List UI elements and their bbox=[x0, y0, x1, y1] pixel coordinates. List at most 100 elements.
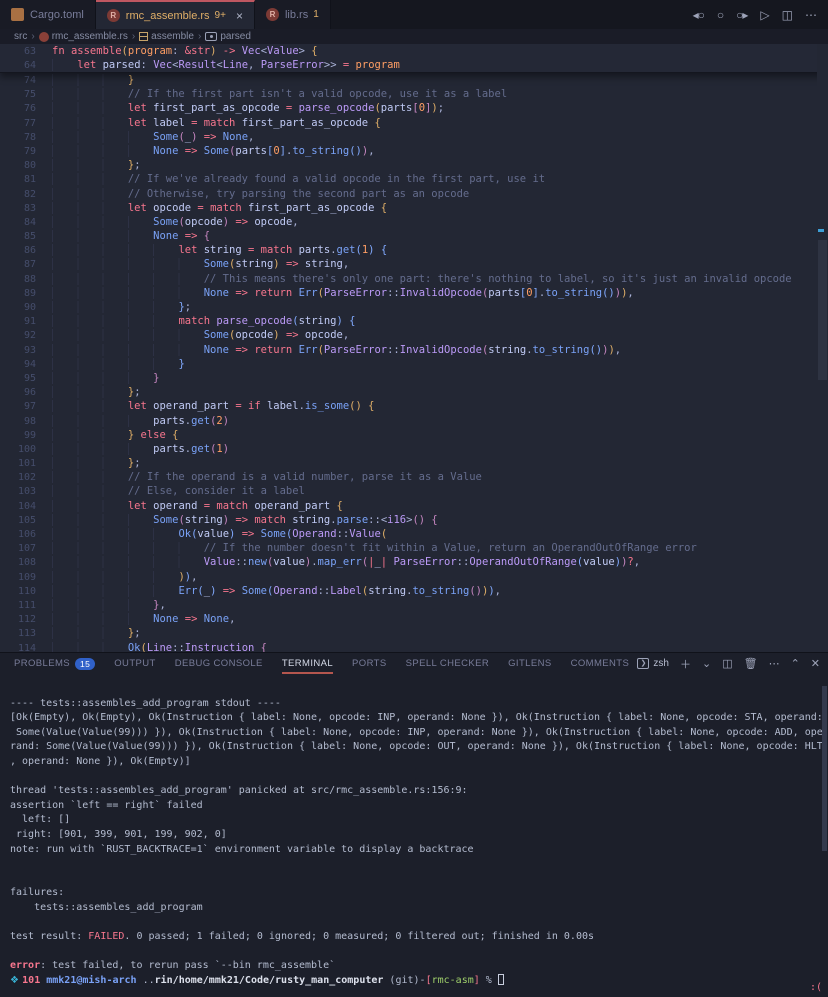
line-number: 88 bbox=[0, 273, 36, 287]
line-number: 112 bbox=[0, 613, 36, 627]
panel-tab-output[interactable]: OUTPUT bbox=[114, 653, 155, 675]
code-line: 90 }; bbox=[0, 300, 828, 314]
code-token: , bbox=[627, 287, 633, 299]
code-token bbox=[52, 514, 153, 526]
panel-tab-spell-checker[interactable]: SPELL CHECKER bbox=[406, 653, 490, 675]
line-number: 97 bbox=[0, 400, 36, 414]
code-token bbox=[52, 571, 178, 583]
panel-tab-label: DEBUG CONSOLE bbox=[175, 658, 263, 669]
terminal-line: left: [] bbox=[10, 813, 828, 828]
editor-tab-bar: Cargo.tomlRrmc_assemble.rs9+×Rlib.rs1 ◂○… bbox=[0, 0, 828, 29]
line-number: 108 bbox=[0, 556, 36, 570]
code-token bbox=[52, 613, 153, 625]
line-number: 64 bbox=[0, 59, 36, 73]
split-terminal-icon[interactable]: ◫ bbox=[722, 657, 732, 670]
code-token bbox=[52, 585, 178, 597]
panel-tab-gitlens[interactable]: GITLENS bbox=[508, 653, 551, 675]
code-token: &str bbox=[185, 45, 210, 57]
code-line: 76 let first_part_as_opcode = parse_opco… bbox=[0, 101, 828, 115]
code-token bbox=[52, 372, 153, 384]
code-token bbox=[52, 443, 153, 455]
code-line: 91 match parse_opcode(string) { bbox=[0, 314, 828, 328]
breadcrumb-item-assemble[interactable]: assemble bbox=[139, 31, 194, 42]
run-debug-icon[interactable]: ▷ bbox=[760, 8, 768, 22]
code-line: 80 }; bbox=[0, 158, 828, 172]
code-token bbox=[52, 131, 153, 143]
maximize-panel-icon[interactable]: ⌃ bbox=[791, 657, 800, 670]
code-token bbox=[52, 230, 153, 242]
code-token: : bbox=[172, 45, 185, 57]
code-token: opcode bbox=[254, 216, 292, 228]
breadcrumb-item-parsed[interactable]: parsed bbox=[205, 31, 251, 42]
code-token: // If the operand is a valid number, par… bbox=[128, 471, 482, 483]
panel-tab-ports[interactable]: PORTS bbox=[352, 653, 387, 675]
more-actions-icon[interactable]: ⋯ bbox=[805, 8, 816, 22]
panel-tab-terminal[interactable]: TERMINAL bbox=[282, 653, 333, 675]
new-terminal-icon[interactable]: ＋ bbox=[680, 656, 691, 672]
line-number: 95 bbox=[0, 372, 36, 386]
tab-Cargo.toml[interactable]: Cargo.toml bbox=[0, 0, 96, 29]
code-token: } bbox=[153, 372, 159, 384]
line-number: 77 bbox=[0, 117, 36, 131]
line-number: 102 bbox=[0, 471, 36, 485]
panel-tab-debug-console[interactable]: DEBUG CONSOLE bbox=[175, 653, 263, 675]
code-token: , bbox=[368, 145, 374, 157]
code-token bbox=[52, 88, 128, 100]
code-token: , bbox=[292, 216, 298, 228]
panel-tab-label: TERMINAL bbox=[282, 658, 333, 669]
code-line: 93 None => return Err(ParseError::Invali… bbox=[0, 343, 828, 357]
compare-changes-icon[interactable]: ◂○ bbox=[693, 8, 704, 22]
terminal-token: ❖ bbox=[10, 975, 22, 986]
line-number: 84 bbox=[0, 216, 36, 230]
kill-terminal-icon[interactable]: 🗑 bbox=[744, 657, 758, 670]
close-panel-icon[interactable]: ✕ bbox=[811, 657, 820, 670]
code-token: match bbox=[261, 244, 299, 256]
code-token: :: bbox=[337, 528, 350, 540]
terminal-line: note: run with `RUST_BACKTRACE=1` enviro… bbox=[10, 843, 828, 858]
code-token: operand_part bbox=[254, 500, 330, 512]
panel-tab-comments[interactable]: COMMENTS bbox=[571, 653, 630, 675]
terminal-scrollbar[interactable] bbox=[822, 686, 827, 851]
code-token: else bbox=[141, 429, 166, 441]
code-lines: 74 }75 // If the first part isn't a vali… bbox=[0, 73, 828, 652]
code-token: Some bbox=[153, 216, 178, 228]
next-change-icon[interactable]: ○▸ bbox=[736, 8, 747, 22]
terminal[interactable]: ---- tests::assembles_add_program stdout… bbox=[0, 674, 828, 997]
code-token: ( bbox=[381, 528, 387, 540]
panel-tab-problems[interactable]: PROBLEMS15 bbox=[14, 653, 95, 675]
close-icon[interactable]: × bbox=[236, 9, 243, 23]
code-line: 94 } bbox=[0, 357, 828, 371]
code-token: None bbox=[223, 131, 248, 143]
code-token: { bbox=[381, 202, 387, 214]
code-token: ParseError bbox=[393, 556, 456, 568]
split-editor-icon[interactable]: ◫ bbox=[782, 8, 792, 22]
breadcrumb-item-rmc_assemble.rs[interactable]: rmc_assemble.rs bbox=[39, 31, 128, 42]
launch-profile-chevron-icon[interactable]: ⌄ bbox=[702, 657, 711, 670]
code-token: () bbox=[349, 400, 362, 412]
code-editor[interactable]: 63fn assemble(program: &str) -> Vec<Valu… bbox=[0, 44, 828, 652]
code-token: => bbox=[235, 344, 248, 356]
code-token: parts bbox=[381, 102, 413, 114]
code-token: let bbox=[128, 400, 153, 412]
previous-change-icon[interactable]: ○ bbox=[717, 8, 723, 22]
terminal-instance[interactable]: ❯ zsh bbox=[637, 658, 669, 669]
tab-lib.rs[interactable]: Rlib.rs1 bbox=[255, 0, 331, 29]
code-token: Some bbox=[204, 329, 229, 341]
code-token bbox=[52, 287, 204, 299]
terminal-token: rmc-asm bbox=[432, 975, 474, 986]
terminal-more-actions-icon[interactable]: ⋯ bbox=[769, 657, 780, 670]
code-token: ; bbox=[134, 457, 140, 469]
tab-rmc_assemble.rs[interactable]: Rrmc_assemble.rs9+× bbox=[96, 0, 255, 29]
code-token: , bbox=[248, 59, 261, 71]
code-token: Some bbox=[153, 514, 178, 526]
code-token: ; bbox=[134, 627, 140, 639]
breadcrumb-item-src[interactable]: src bbox=[14, 31, 27, 42]
line-number: 81 bbox=[0, 173, 36, 187]
code-token: => bbox=[204, 131, 217, 143]
code-token bbox=[52, 599, 153, 611]
scrollbar-thumb[interactable] bbox=[818, 240, 827, 380]
editor-scrollbar[interactable] bbox=[817, 44, 828, 652]
code-token: , bbox=[343, 329, 349, 341]
terminal-cursor bbox=[498, 974, 504, 985]
code-token: , bbox=[159, 599, 165, 611]
